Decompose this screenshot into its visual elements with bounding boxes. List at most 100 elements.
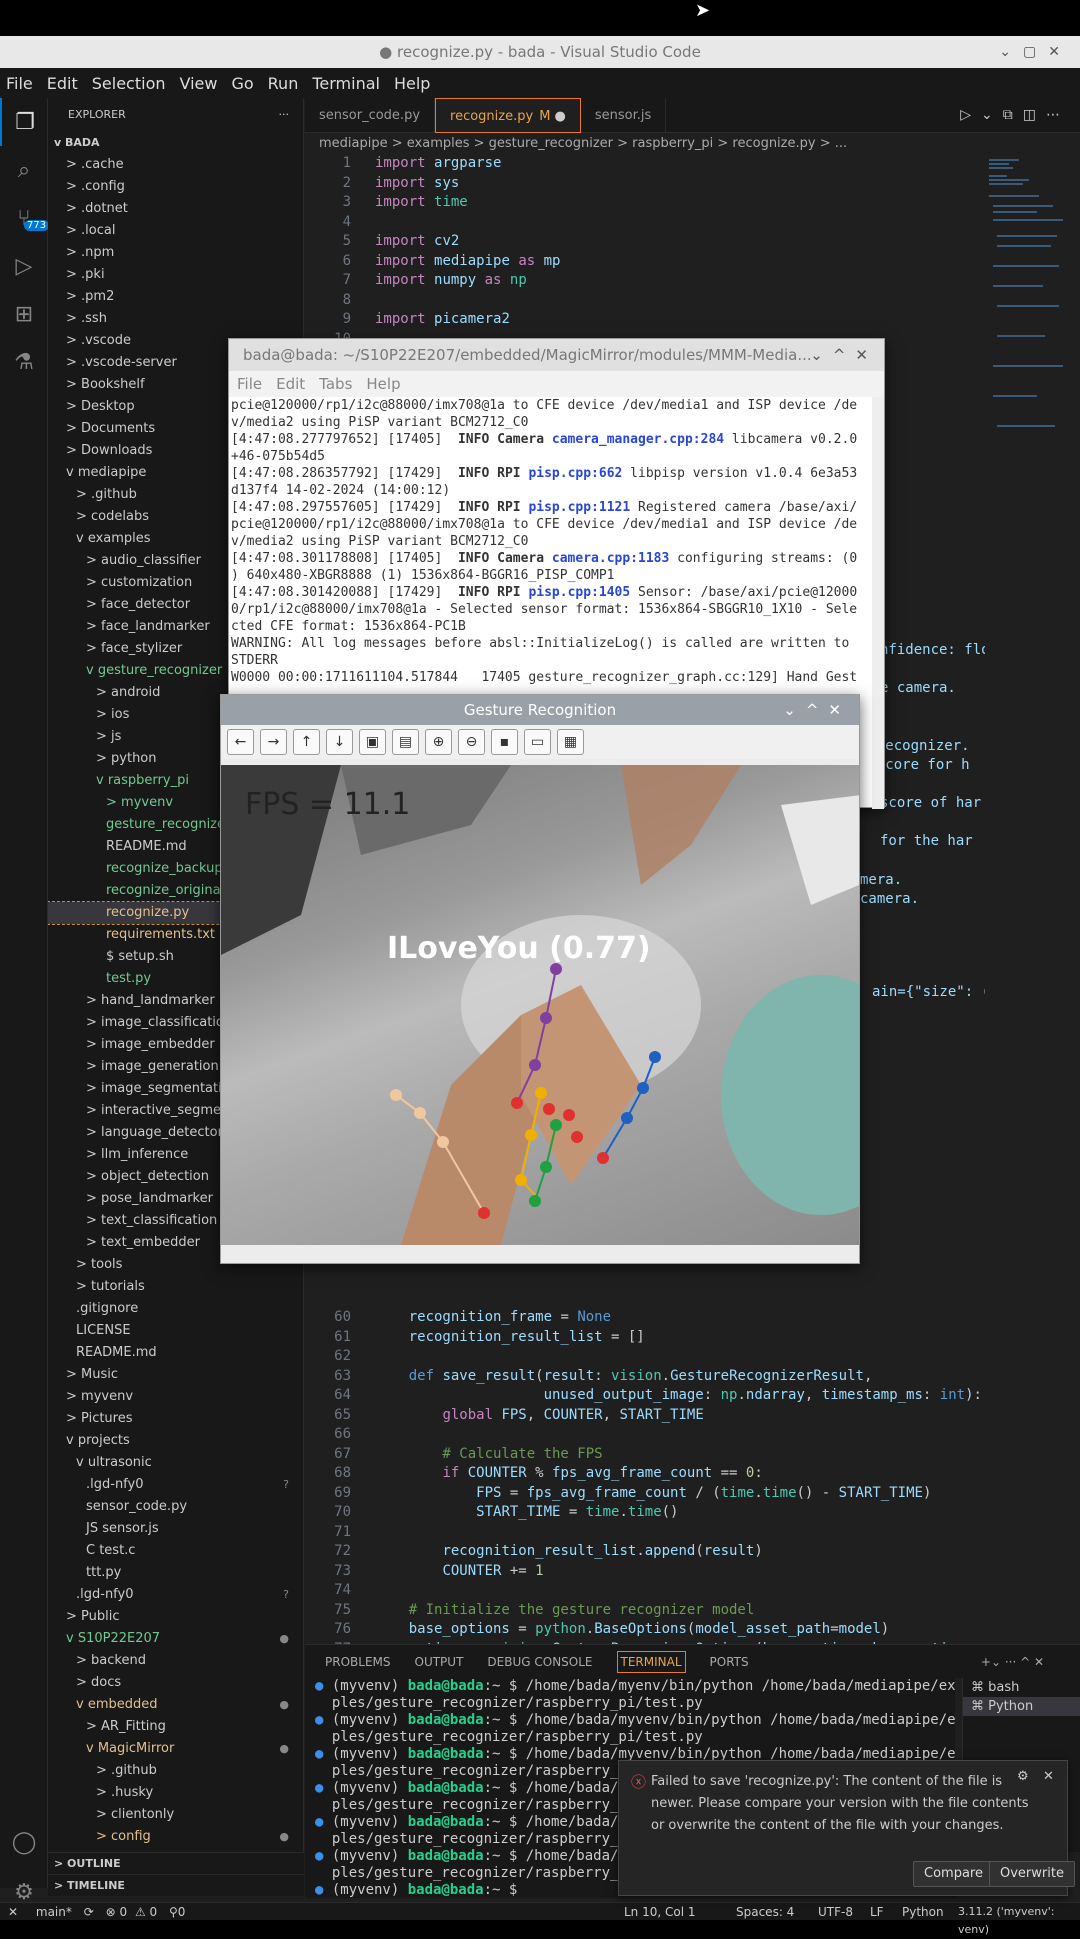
sync-icon[interactable]: ⟳ bbox=[84, 1905, 94, 1919]
window-controls[interactable]: ⌄▢✕ bbox=[999, 36, 1072, 68]
panel-tab-debug-console[interactable]: DEBUG CONSOLE bbox=[487, 1655, 592, 1669]
notification-close-icon[interactable]: ✕ bbox=[1043, 1769, 1054, 1784]
tree-item[interactable]: > myvenv bbox=[48, 1386, 303, 1408]
code-line[interactable]: # Calculate the FPS bbox=[375, 1446, 602, 1462]
tree-item[interactable]: > .ssh bbox=[48, 308, 303, 330]
tab-recognize-py[interactable]: recognize.py M ● bbox=[435, 98, 581, 133]
tree-item[interactable]: > .pm2 bbox=[48, 286, 303, 308]
tree-item[interactable]: C test.c bbox=[48, 1540, 303, 1562]
errors-status[interactable]: ⊗ 0 bbox=[106, 1905, 128, 1919]
code-line[interactable]: import cv2 bbox=[375, 233, 459, 249]
code-line[interactable]: import mediapipe as mp bbox=[375, 253, 560, 269]
account-icon[interactable]: ◯ bbox=[0, 1818, 48, 1866]
notification-settings-icon[interactable]: ⚙ bbox=[1017, 1769, 1029, 1784]
panel-tab-terminal[interactable]: TERMINAL bbox=[616, 1650, 686, 1673]
tree-item[interactable]: > .local bbox=[48, 220, 303, 242]
panel-actions[interactable]: +⌄ ··· ^ ✕ bbox=[981, 1655, 1044, 1669]
up-arrow-icon[interactable]: ↑ bbox=[293, 729, 320, 755]
tree-item[interactable]: > .npm bbox=[48, 242, 303, 264]
testing-icon[interactable]: ⚗ bbox=[0, 338, 48, 386]
code-line[interactable]: base_options = python.BaseOptions(model_… bbox=[375, 1621, 890, 1637]
terminal-menu-file[interactable]: File bbox=[237, 375, 262, 393]
code-line[interactable]: recognition_result_list = [] bbox=[375, 1329, 645, 1345]
code-line[interactable]: import argparse bbox=[375, 155, 501, 171]
menu-item-view[interactable]: View bbox=[180, 74, 218, 93]
code-line[interactable]: COUNTER += 1 bbox=[375, 1563, 543, 1579]
tree-item[interactable]: > .github bbox=[48, 1760, 303, 1782]
code-line[interactable]: # Initialize the gesture recognizer mode… bbox=[375, 1602, 755, 1618]
explorer-icon[interactable]: ❐ bbox=[0, 98, 48, 146]
tree-item[interactable]: .lgd-nfy0? bbox=[48, 1474, 303, 1496]
tab-sensor-js[interactable]: sensor.js bbox=[581, 98, 667, 133]
terminal-shell-bash[interactable]: ⌘ bash bbox=[963, 1678, 1080, 1697]
tree-item[interactable]: v projects bbox=[48, 1430, 303, 1452]
workspace-root[interactable]: v BADA bbox=[48, 132, 303, 154]
code-line[interactable]: if COUNTER % fps_avg_frame_count == 0: bbox=[375, 1465, 762, 1481]
zoom-out-icon[interactable]: ⊖ bbox=[458, 729, 485, 755]
code-line[interactable]: import time bbox=[375, 194, 468, 210]
tree-item[interactable]: > backend bbox=[48, 1650, 303, 1672]
terminal-menu-tabs[interactable]: Tabs bbox=[319, 375, 352, 393]
encoding[interactable]: UTF-8 bbox=[818, 1903, 853, 1921]
menu-item-help[interactable]: Help bbox=[394, 74, 430, 93]
tree-item[interactable]: v ultrasonic bbox=[48, 1452, 303, 1474]
source-control-icon[interactable]: ⑂ 773 bbox=[0, 194, 50, 242]
tree-item[interactable]: > Public bbox=[48, 1606, 303, 1628]
tree-item[interactable]: > .config bbox=[48, 176, 303, 198]
forward-arrow-icon[interactable]: → bbox=[260, 729, 287, 755]
image-icon[interactable]: ▣ bbox=[359, 729, 386, 755]
back-arrow-icon[interactable]: ← bbox=[227, 729, 254, 755]
tree-item[interactable]: > Pictures bbox=[48, 1408, 303, 1430]
warnings-status[interactable]: ⚠ 0 bbox=[135, 1905, 157, 1919]
menu-item-terminal[interactable]: Terminal bbox=[312, 74, 380, 93]
menu-item-run[interactable]: Run bbox=[268, 74, 299, 93]
tree-item[interactable]: README.md bbox=[48, 1342, 303, 1364]
tree-item[interactable]: > tutorials bbox=[48, 1276, 303, 1298]
branch-status[interactable]: main* bbox=[36, 1905, 72, 1919]
remote-icon[interactable]: ✕ bbox=[8, 1905, 18, 1919]
minimap[interactable] bbox=[985, 155, 1080, 1405]
tree-item[interactable]: > Music bbox=[48, 1364, 303, 1386]
copy-icon[interactable]: ▭ bbox=[524, 729, 551, 755]
tree-item[interactable]: LICENSE bbox=[48, 1320, 303, 1342]
search-icon[interactable]: ⌕ bbox=[0, 146, 48, 194]
code-line[interactable]: global FPS, COUNTER, START_TIME bbox=[375, 1407, 703, 1423]
outline-section[interactable]: > OUTLINE bbox=[48, 1852, 304, 1874]
tree-item[interactable]: > .pki bbox=[48, 264, 303, 286]
tree-item[interactable]: v MagicMirror ● bbox=[48, 1738, 303, 1760]
menu-item-edit[interactable]: Edit bbox=[47, 74, 78, 93]
gesture-window-controls[interactable]: ⌄^✕ bbox=[783, 695, 851, 725]
menu-item-go[interactable]: Go bbox=[231, 74, 253, 93]
overwrite-button[interactable]: Overwrite bbox=[989, 1861, 1075, 1887]
tree-item[interactable]: > AR_Fitting bbox=[48, 1716, 303, 1738]
ports-status[interactable]: ⚲0 bbox=[169, 1905, 185, 1919]
zoom-in-icon[interactable]: ⊕ bbox=[425, 729, 452, 755]
tree-item[interactable]: v embedded ● bbox=[48, 1694, 303, 1716]
terminal-menu-help[interactable]: Help bbox=[366, 375, 400, 393]
code-line[interactable]: import numpy as np bbox=[375, 272, 527, 288]
code-line[interactable]: import picamera2 bbox=[375, 311, 510, 327]
code-line[interactable]: import sys bbox=[375, 175, 459, 191]
tree-item[interactable]: > docs bbox=[48, 1672, 303, 1694]
save-icon[interactable]: ▪ bbox=[491, 729, 518, 755]
tree-item[interactable]: > .husky bbox=[48, 1782, 303, 1804]
code-line[interactable]: recognition_frame = None bbox=[375, 1309, 611, 1325]
eol[interactable]: LF bbox=[870, 1903, 884, 1921]
editor-actions[interactable]: ▷⌄⧉◫⋯ bbox=[960, 98, 1070, 133]
code-line[interactable]: START_TIME = time.time() bbox=[375, 1504, 678, 1520]
language-mode[interactable]: Python bbox=[902, 1903, 944, 1921]
panel-tab-output[interactable]: OUTPUT bbox=[415, 1655, 464, 1669]
code-line[interactable]: recognition_result_list.append(result) bbox=[375, 1543, 762, 1559]
terminal-window-controls[interactable]: ⌄^✕ bbox=[810, 339, 878, 371]
unsaved-dot-icon[interactable]: ● bbox=[550, 109, 566, 124]
indentation[interactable]: Spaces: 4 bbox=[736, 1903, 794, 1921]
code-line[interactable]: unused_output_image: np.ndarray, timesta… bbox=[375, 1387, 982, 1403]
python-interpreter[interactable]: 3.11.2 ('myvenv': venv) bbox=[958, 1903, 1080, 1939]
terminal-shell-python[interactable]: ⌘ Python bbox=[963, 1697, 1080, 1716]
tree-item[interactable]: v S10P22E207 ● bbox=[48, 1628, 303, 1650]
run-debug-icon[interactable]: ▷ bbox=[0, 242, 48, 290]
tree-item[interactable]: > clientonly bbox=[48, 1804, 303, 1826]
code-line[interactable]: def save_result(result: vision.GestureRe… bbox=[375, 1368, 873, 1384]
menu-item-file[interactable]: File bbox=[6, 74, 33, 93]
menu-item-selection[interactable]: Selection bbox=[92, 74, 166, 93]
